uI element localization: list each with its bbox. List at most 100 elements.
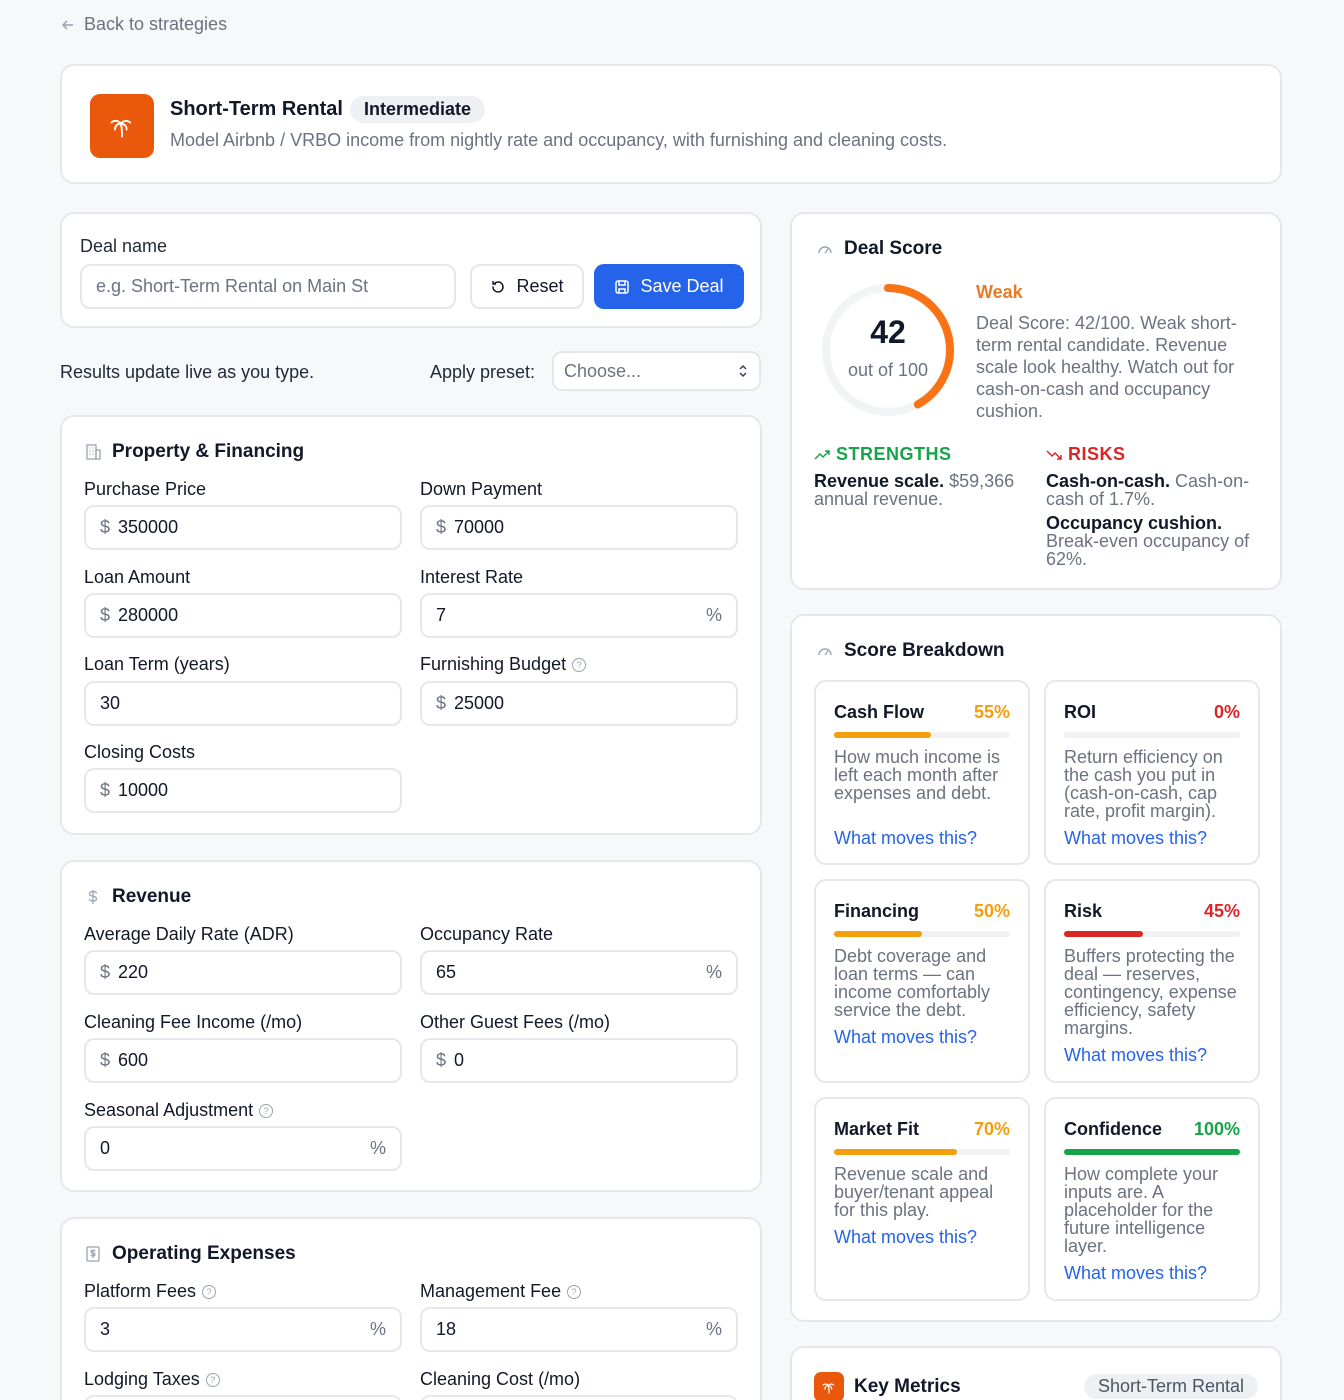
- occupancy-rate-label: Occupancy Rate: [420, 924, 554, 944]
- strategy-badge: Short-Term Rental: [1083, 1374, 1258, 1399]
- operating-expenses-section: Operating Expenses Platform Fees ? 3 % M…: [60, 1217, 762, 1400]
- interest-rate-label: Interest Rate: [420, 567, 524, 587]
- strengths-heading: STRENGTHS: [814, 444, 952, 465]
- down-payment-input[interactable]: $ 70000: [420, 505, 738, 550]
- breakdown-percent: 50%: [973, 901, 1010, 921]
- breakdown-card-confidence: Confidence 100% How complete your inputs…: [1044, 1097, 1260, 1301]
- furnishing-budget-input[interactable]: $ 25000: [420, 681, 738, 726]
- lodging-taxes-input[interactable]: [84, 1395, 402, 1400]
- gauge-icon: [818, 648, 832, 656]
- building-icon: [86, 444, 101, 460]
- risk-item: Cash-on-cash. Cash-on-cash of 1.7%.: [1046, 471, 1250, 509]
- seasonal-adjustment-label: Seasonal Adjustment ?: [84, 1100, 274, 1121]
- loan-term-input[interactable]: 30: [84, 681, 402, 726]
- deal-name-input[interactable]: e.g. Short-Term Rental on Main St: [80, 264, 456, 309]
- loan-amount-input[interactable]: $ 280000: [84, 593, 402, 638]
- breakdown-percent: 100%: [1193, 1119, 1240, 1139]
- preset-select[interactable]: Choose...: [552, 351, 761, 391]
- score-breakdown-card: Score Breakdown Cash Flow 55% How much i…: [790, 614, 1282, 1322]
- score-verdict: Weak: [976, 282, 1023, 302]
- what-moves-this-link[interactable]: What moves this?: [834, 1027, 977, 1048]
- deal-score-title: Deal Score: [816, 238, 942, 260]
- breakdown-card-roi: ROI 0% Return efficiency on the cash you…: [1044, 680, 1260, 865]
- gauge-icon: [818, 246, 832, 254]
- trend-up-icon: [814, 449, 830, 460]
- score-breakdown-title: Score Breakdown: [816, 640, 1005, 662]
- palm-tree-icon: [90, 94, 154, 158]
- breakdown-percent: 70%: [973, 1119, 1010, 1139]
- property-financing-section: Property & Financing Purchase Price $ 35…: [60, 415, 762, 835]
- breakdown-track: [834, 1149, 1010, 1155]
- trend-down-icon: [1046, 449, 1062, 460]
- breakdown-card-financing: Financing 50% Debt coverage and loan ter…: [814, 879, 1030, 1083]
- purchase-price-input[interactable]: $ 350000: [84, 505, 402, 550]
- cleaning-cost-label: Cleaning Cost (/mo): [420, 1369, 581, 1389]
- other-guest-fees-label: Other Guest Fees (/mo): [420, 1012, 611, 1032]
- score-summary: Deal Score: 42/100. Weak short-term rent…: [976, 313, 1237, 421]
- closing-costs-label: Closing Costs: [84, 742, 196, 762]
- seasonal-adjustment-input[interactable]: 0 %: [84, 1126, 402, 1171]
- interest-rate-input[interactable]: 7 %: [420, 593, 738, 638]
- save-deal-button[interactable]: Save Deal: [594, 264, 744, 309]
- furnishing-budget-label: Furnishing Budget ?: [420, 654, 587, 675]
- palm-tree-icon: [814, 1372, 844, 1400]
- key-metrics-title: Key Metrics: [814, 1372, 961, 1400]
- platform-fees-input[interactable]: 3 %: [84, 1307, 402, 1352]
- cleaning-fee-income-input[interactable]: $ 600: [84, 1038, 402, 1083]
- back-link[interactable]: Back to strategies: [60, 14, 227, 35]
- breakdown-fill: [834, 732, 931, 738]
- preset-label: Apply preset:: [430, 362, 536, 382]
- arrow-left-icon: [61, 19, 73, 30]
- strategy-description: Model Airbnb / VRBO income from nightly …: [170, 130, 948, 150]
- help-icon[interactable]: ?: [259, 1103, 274, 1118]
- operating-expenses-title: Operating Expenses: [84, 1243, 296, 1265]
- help-icon[interactable]: ?: [205, 1372, 220, 1387]
- level-badge: Intermediate: [350, 96, 486, 123]
- what-moves-this-link[interactable]: What moves this?: [1064, 1045, 1207, 1066]
- revenue-section: Revenue Average Daily Rate (ADR) $ 220 O…: [60, 860, 762, 1192]
- lodging-taxes-label: Lodging Taxes ?: [84, 1369, 220, 1390]
- breakdown-track: [1064, 732, 1240, 738]
- purchase-price-label: Purchase Price: [84, 479, 207, 499]
- occupancy-rate-input[interactable]: 65 %: [420, 950, 738, 995]
- help-icon[interactable]: ?: [572, 657, 587, 672]
- breakdown-fill: [1064, 931, 1144, 937]
- key-metrics-card: Key Metrics Short-Term Rental: [790, 1346, 1282, 1400]
- breakdown-fill: [1064, 1149, 1240, 1155]
- other-guest-fees-input[interactable]: $ 0: [420, 1038, 738, 1083]
- breakdown-track: [834, 931, 1010, 937]
- breakdown-percent: 0%: [1213, 702, 1240, 722]
- chevron-updown-icon: [739, 364, 747, 378]
- what-moves-this-link[interactable]: What moves this?: [834, 1227, 977, 1248]
- help-icon[interactable]: ?: [202, 1284, 217, 1299]
- management-fee-label: Management Fee ?: [420, 1281, 582, 1302]
- breakdown-track: [834, 732, 1010, 738]
- reset-icon: [492, 280, 505, 293]
- reset-button[interactable]: Reset: [470, 264, 584, 309]
- property-financing-title: Property & Financing: [84, 441, 304, 463]
- score-value: 42: [870, 314, 906, 350]
- platform-fees-label: Platform Fees ?: [84, 1281, 217, 1302]
- risks-heading: RISKS: [1046, 444, 1126, 465]
- loan-term-label: Loan Term (years): [84, 654, 230, 674]
- loan-amount-label: Loan Amount: [84, 567, 191, 587]
- score-out-of: out of 100: [847, 360, 929, 380]
- back-link-label: Back to strategies: [84, 14, 228, 34]
- what-moves-this-link[interactable]: What moves this?: [1064, 828, 1207, 849]
- breakdown-track: [1064, 1149, 1240, 1155]
- save-icon: [615, 279, 630, 294]
- management-fee-input[interactable]: 18 %: [420, 1307, 738, 1352]
- breakdown-percent: 45%: [1203, 901, 1240, 921]
- receipt-icon: [86, 1246, 100, 1262]
- what-moves-this-link[interactable]: What moves this?: [1064, 1263, 1207, 1284]
- adr-input[interactable]: $ 220: [84, 950, 402, 995]
- closing-costs-input[interactable]: $ 10000: [84, 768, 402, 813]
- breakdown-fill: [834, 931, 922, 937]
- strategy-header: Short-Term Rental Intermediate Model Air…: [60, 64, 1282, 184]
- cleaning-fee-income-label: Cleaning Fee Income (/mo): [84, 1012, 303, 1032]
- cleaning-cost-input[interactable]: [420, 1395, 738, 1400]
- what-moves-this-link[interactable]: What moves this?: [834, 828, 977, 849]
- breakdown-track: [1064, 931, 1240, 937]
- help-icon[interactable]: ?: [567, 1284, 582, 1299]
- down-payment-label: Down Payment: [420, 479, 543, 499]
